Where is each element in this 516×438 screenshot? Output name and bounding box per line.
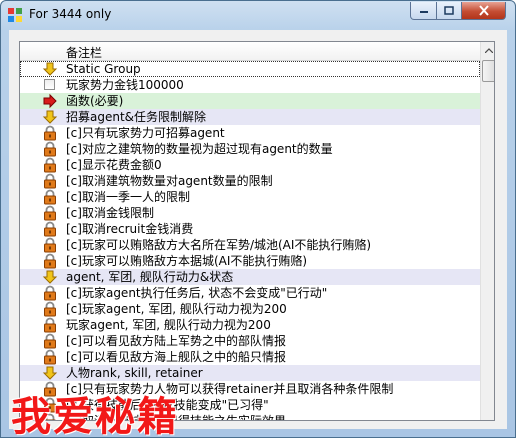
row-label: [c]玩家可以贿赂敌方大名所在军势/城池(AI不能执行贿赂)	[66, 238, 372, 252]
scroll-up-button[interactable]	[481, 42, 494, 59]
row-label: 招募agent&任务限制解除	[66, 110, 207, 124]
lock-icon[interactable]	[42, 157, 58, 173]
app-window: For 3444 only 备注栏 Static Group 玩家势力金钱1000…	[0, 0, 516, 438]
arrow-right-icon[interactable]	[42, 93, 58, 109]
row-label: 函数(必要)	[66, 94, 124, 108]
list-item[interactable]: [c]玩家agent执行任务后, 状态不会变成"已行动"	[20, 285, 480, 301]
lock-icon[interactable]	[42, 317, 58, 333]
lock-icon[interactable]	[42, 205, 58, 221]
app-icon	[8, 8, 22, 22]
row-label: Static Group	[66, 62, 141, 76]
group-row[interactable]: agent, 军团, 舰队行动力&状态	[20, 269, 480, 285]
row-label: [c]玩家可以贿赂敌方本据城(AI不能执行贿赂)	[66, 254, 308, 268]
lock-icon[interactable]	[42, 237, 58, 253]
list-item[interactable]: [c]取消recruit金钱消费	[20, 221, 480, 237]
list-item[interactable]: [c]取消金钱限制	[20, 205, 480, 221]
lock-icon[interactable]	[42, 141, 58, 157]
list-item[interactable]: [c]取消建筑物数量对agent数量的限制	[20, 173, 480, 189]
row-label: 人物rank, skill, retainer	[66, 366, 203, 380]
arrow-down-icon[interactable]	[42, 109, 58, 125]
list-item[interactable]: 玩家势力金钱100000	[20, 77, 480, 93]
maximize-button[interactable]	[436, 2, 462, 20]
lock-icon[interactable]	[42, 125, 58, 141]
arrow-down-icon[interactable]	[42, 365, 58, 381]
row-label: 玩家势力金钱100000	[66, 78, 184, 92]
column-header-label: 备注栏	[66, 46, 103, 60]
row-label: agent, 军团, 舰队行动力&状态	[66, 270, 234, 284]
list-item[interactable]: 函数(必要)	[20, 93, 480, 109]
list-item[interactable]: [c]玩家agent, 军团, 舰队行动力视为200	[20, 301, 480, 317]
minimize-icon	[419, 10, 428, 13]
row-label: [c]可以看见敌方陆上军势之中的部队情报	[66, 334, 286, 348]
minimize-button[interactable]	[410, 2, 437, 20]
row-label: [c]对应之建筑物的数量视为超过现有agent的数量	[66, 142, 333, 156]
column-header[interactable]: 备注栏	[20, 42, 480, 61]
list-rows: Static Group 玩家势力金钱100000 函数(必要) 招募agent&任务…	[20, 61, 480, 420]
arrow-down-icon[interactable]	[42, 61, 58, 77]
row-label: [c]取消一季一人的限制	[66, 190, 190, 204]
lock-icon[interactable]	[42, 221, 58, 237]
lock-icon[interactable]	[42, 173, 58, 189]
lock-icon[interactable]	[42, 189, 58, 205]
chevron-up-icon	[485, 48, 493, 53]
row-label: [c]只有玩家势力可招募agent	[66, 126, 225, 140]
list-item[interactable]: [c]只有玩家势力可招募agent	[20, 125, 480, 141]
lock-icon[interactable]	[42, 349, 58, 365]
row-label: [c]取消建筑物数量对agent数量的限制	[66, 174, 273, 188]
list-item[interactable]: [c]玩家可以贿赂敌方大名所在军势/城池(AI不能执行贿赂)	[20, 237, 480, 253]
row-label: [c]取消金钱限制	[66, 206, 154, 220]
lock-icon[interactable]	[42, 285, 58, 301]
maximize-icon	[444, 6, 454, 15]
list-item[interactable]: 玩家agent, 军团, 舰队行动力视为200	[20, 317, 480, 333]
close-icon	[478, 5, 489, 16]
list-item[interactable]: [c]玩家可以贿赂敌方本据城(AI不能执行贿赂)	[20, 253, 480, 269]
list-item[interactable]: [c]可以看见敌方海上舰队之中的船只情报	[20, 349, 480, 365]
lock-icon[interactable]	[42, 253, 58, 269]
list-item[interactable]: [c]对应之建筑物的数量视为超过现有agent的数量	[20, 141, 480, 157]
row-label: 玩家agent, 军团, 舰队行动力视为200	[66, 318, 271, 332]
group-row[interactable]: Static Group	[20, 61, 480, 77]
lock-icon[interactable]	[42, 301, 58, 317]
client-area: 备注栏 Static Group 玩家势力金钱100000 函数(必要) 招募agen…	[9, 30, 507, 429]
window-title: For 3444 only	[29, 7, 112, 21]
close-button[interactable]	[461, 2, 506, 20]
vertical-scrollbar[interactable]	[480, 42, 494, 420]
cheat-list[interactable]: 备注栏 Static Group 玩家势力金钱100000 函数(必要) 招募agen…	[19, 41, 495, 421]
list-item[interactable]: [c]取消一季一人的限制	[20, 189, 480, 205]
row-label: [c]玩家agent, 军团, 舰队行动力视为200	[66, 302, 287, 316]
watermark-text: 我爱秘籍	[11, 394, 179, 438]
group-row[interactable]: 人物rank, skill, retainer	[20, 365, 480, 381]
list-item[interactable]: [c]显示花费金额0	[20, 157, 480, 173]
list-item[interactable]: [c]可以看见敌方陆上军势之中的部队情报	[20, 333, 480, 349]
title-bar[interactable]: For 3444 only	[1, 1, 515, 29]
arrow-down-icon[interactable]	[42, 269, 58, 285]
checkbox[interactable]	[44, 79, 55, 90]
row-label: [c]取消recruit金钱消费	[66, 222, 194, 236]
row-label: [c]可以看见敌方海上舰队之中的船只情报	[66, 350, 286, 364]
row-label: [c]显示花费金额0	[66, 158, 162, 172]
group-row[interactable]: 招募agent&任务限制解除	[20, 109, 480, 125]
lock-icon[interactable]	[42, 333, 58, 349]
scroll-thumb[interactable]	[482, 60, 494, 82]
row-label: [c]玩家agent执行任务后, 状态不会变成"已行动"	[66, 286, 328, 300]
